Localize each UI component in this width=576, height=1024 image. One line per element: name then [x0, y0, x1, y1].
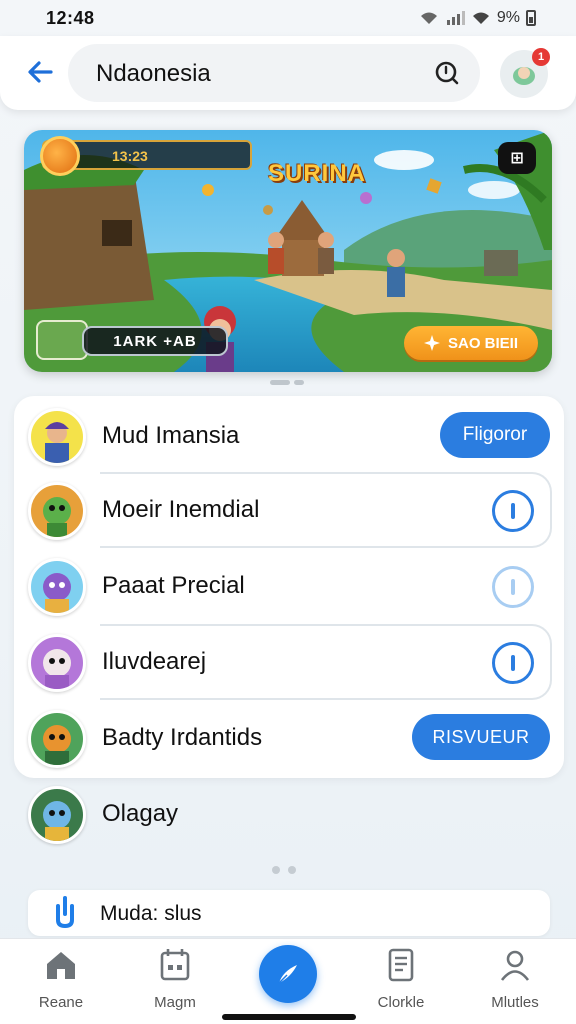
grid-icon: ⊞ [510, 150, 524, 167]
nav-item-profile[interactable]: Mlutles [470, 947, 560, 1011]
status-bar: 12:48 9% [0, 0, 576, 36]
avatar [28, 634, 86, 692]
wifi-icon-2 [472, 12, 489, 24]
game-title: SURINA [268, 160, 367, 187]
nav-item-label: Reane [38, 994, 84, 1011]
list-item-name: Moeir Inemdial [102, 496, 260, 523]
avatar [28, 408, 86, 466]
coin-icon [40, 136, 80, 176]
player-name-tag: 1ARK +AB [82, 326, 228, 356]
nav-item-label: Magm [154, 994, 196, 1011]
nav-item-label: Mlutles [491, 994, 539, 1011]
bluetooth-icon [56, 896, 74, 929]
document-icon [388, 948, 414, 982]
bottom-navigation: Reane Magm Clorkle Mlutles [0, 938, 576, 1024]
profile-icon [500, 950, 530, 981]
list-item[interactable]: Mud Imansia Fligoror [14, 398, 564, 474]
nav-item-home[interactable]: Reane [16, 947, 106, 1011]
search-field[interactable]: Ndaonesia [68, 44, 480, 102]
wifi-icon [420, 12, 437, 24]
signal-icon [446, 11, 465, 25]
sparkle-icon [423, 335, 440, 351]
list-item[interactable]: Paaat Precial [14, 548, 564, 624]
pager-dot-active [270, 380, 290, 385]
calendar-icon [160, 949, 190, 981]
avatar [28, 786, 86, 844]
status-time: 12:48 [46, 8, 95, 28]
list-item[interactable]: Badty Irdantids RISVUEUR [14, 700, 564, 776]
status-card[interactable]: Muda: slus [28, 890, 550, 936]
search-icon[interactable] [434, 60, 460, 86]
nav-item-label: Clorkle [377, 994, 425, 1011]
subscribe-button[interactable]: RISVUEUR [412, 714, 550, 760]
player-name-text: 1ARK +AB [113, 332, 197, 350]
avatar [28, 710, 86, 768]
list-item[interactable]: Moeir Inemdial [14, 472, 564, 548]
list-item-name: Mud Imansia [102, 422, 240, 449]
pager-dot [294, 380, 304, 385]
avatar [28, 482, 86, 540]
notification-badge: 1 [532, 48, 550, 66]
battery-icon [526, 10, 536, 26]
back-button[interactable] [22, 54, 58, 90]
play-cta-label: SAO BIEII [447, 334, 518, 352]
info-toggle-icon[interactable] [492, 490, 534, 532]
list-item-name: Badty Irdantids [102, 724, 263, 751]
score-value: 13:23 [112, 148, 148, 164]
arrow-left-icon [28, 61, 53, 83]
list-item-name: Paaat Precial [102, 572, 245, 599]
list-item[interactable]: Iluvdearej [14, 624, 564, 700]
follow-button[interactable]: Fligoror [440, 412, 550, 458]
compose-button[interactable] [259, 945, 317, 1003]
status-indicators: 9% [419, 9, 536, 27]
player-avatar [36, 320, 88, 360]
pager-dot [288, 866, 296, 874]
list-pager [272, 866, 296, 874]
play-cta-button[interactable]: SAO BIEII [404, 326, 538, 360]
banner-pager [270, 380, 304, 385]
info-toggle-icon[interactable] [492, 642, 534, 684]
list-item-name: Iluvdearej [102, 648, 207, 675]
pager-dot [272, 866, 280, 874]
grid-menu-button[interactable]: ⊞ [498, 142, 536, 174]
battery-percent: 9% [496, 9, 520, 26]
app-header: Ndaonesia 1 [0, 36, 576, 110]
info-toggle-icon[interactable] [492, 566, 534, 608]
list-item[interactable]: Olagay [14, 776, 564, 852]
status-card-label: Muda: slus [100, 902, 202, 925]
avatar [28, 558, 86, 616]
nav-item-calendar[interactable]: Magm [130, 947, 220, 1011]
search-input-value[interactable]: Ndaonesia [96, 60, 211, 88]
nav-item-documents[interactable]: Clorkle [356, 947, 446, 1011]
profile-avatar-button[interactable]: 1 [500, 48, 550, 98]
list-item-name: Olagay [102, 800, 179, 827]
game-banner[interactable]: 13:23 SURINA ⊞ 1ARK +AB SAO BIEII [24, 130, 552, 372]
compose-icon [278, 965, 297, 984]
home-indicator [222, 1014, 356, 1020]
home-icon [47, 952, 75, 979]
